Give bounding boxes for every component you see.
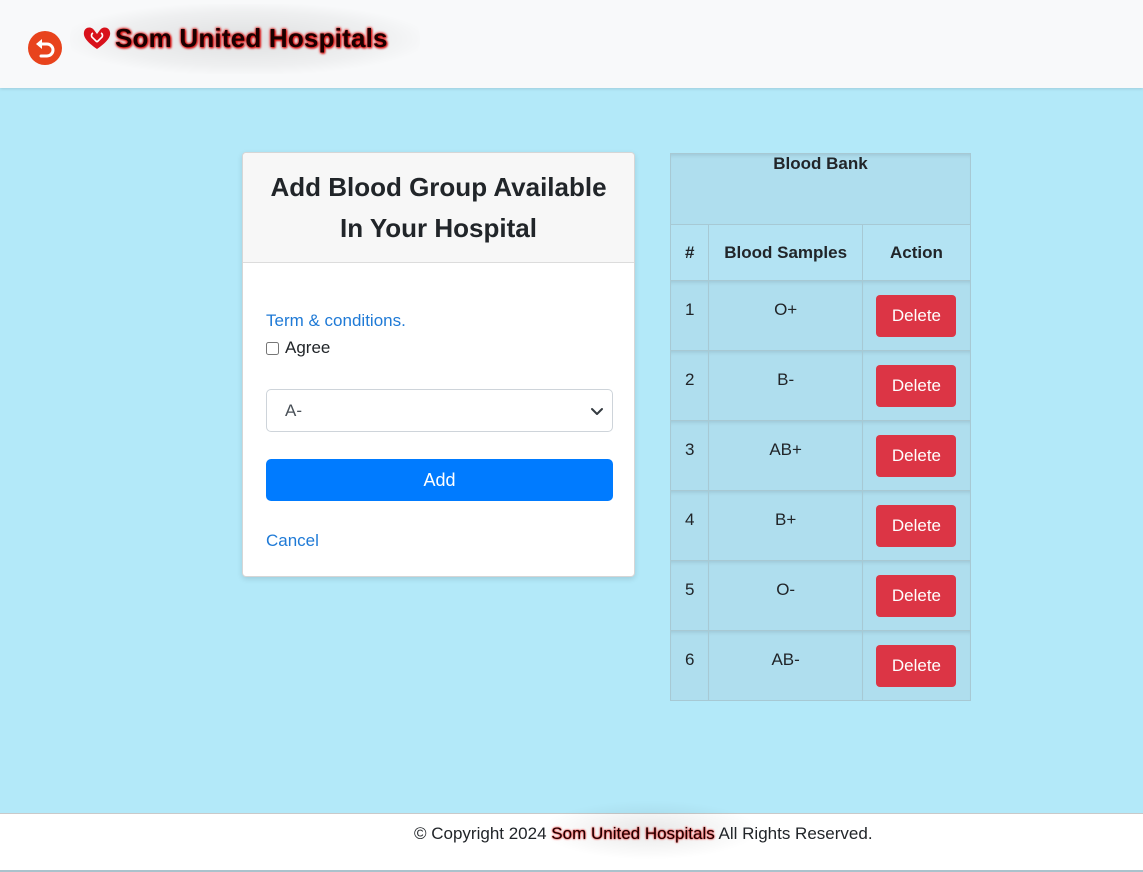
delete-button[interactable]: Delete xyxy=(876,365,957,407)
blood-group-select[interactable]: A- xyxy=(266,389,613,432)
row-number: 3 xyxy=(669,420,710,491)
row-number: 4 xyxy=(669,490,710,561)
column-header-samples: Blood Samples xyxy=(708,224,863,281)
blood-sample: AB- xyxy=(708,630,863,701)
brand-link[interactable]: Som United Hospitals xyxy=(82,22,400,54)
copyright-prefix: © Copyright 2024 xyxy=(414,824,552,843)
blood-bank-title: Blood Bank xyxy=(670,153,971,225)
agree-checkbox[interactable] xyxy=(266,341,279,355)
delete-button[interactable]: Delete xyxy=(876,505,957,547)
blood-sample: B+ xyxy=(708,490,863,561)
action-cell: Delete xyxy=(861,560,972,631)
action-cell: Delete xyxy=(861,490,972,561)
row-number: 2 xyxy=(669,350,710,421)
blood-group-selected: A- xyxy=(285,401,302,420)
agree-row: Agree xyxy=(266,338,330,358)
action-cell: Delete xyxy=(861,420,972,491)
page-footer: © Copyright 2024 Som United Hospitals Al… xyxy=(0,800,1143,872)
column-header-num: # xyxy=(669,224,710,281)
heart-hands-icon xyxy=(83,27,111,49)
row-number: 1 xyxy=(669,280,710,351)
copyright-suffix: All Rights Reserved. xyxy=(714,824,873,843)
table-row: 3 AB+ Delete xyxy=(669,420,972,491)
add-button[interactable]: Add xyxy=(266,459,613,501)
table-row: 1 O+ Delete xyxy=(669,280,972,351)
copyright-text: © Copyright 2024 Som United Hospitals Al… xyxy=(414,824,873,844)
table-row: 5 O- Delete xyxy=(669,560,972,631)
delete-button[interactable]: Delete xyxy=(876,645,957,687)
delete-button[interactable]: Delete xyxy=(876,295,957,337)
terms-link[interactable]: Term & conditions. xyxy=(266,311,406,331)
add-blood-group-card: Add Blood Group Available In Your Hospit… xyxy=(242,152,635,577)
back-button[interactable] xyxy=(28,31,62,65)
chevron-down-icon xyxy=(591,408,603,415)
delete-button[interactable]: Delete xyxy=(876,575,957,617)
blood-sample: AB+ xyxy=(708,420,863,491)
action-cell: Delete xyxy=(861,350,972,421)
form-title: Add Blood Group Available In Your Hospit… xyxy=(270,171,607,243)
top-navbar: Som United Hospitals xyxy=(0,0,1143,88)
table-row: 2 B- Delete xyxy=(669,350,972,421)
blood-sample: B- xyxy=(708,350,863,421)
blood-sample: O+ xyxy=(708,280,863,351)
cancel-link[interactable]: Cancel xyxy=(266,531,319,551)
action-cell: Delete xyxy=(861,630,972,701)
brand-name: Som United Hospitals xyxy=(115,22,388,53)
footer-brand-link[interactable]: Som United Hospitals xyxy=(551,824,714,843)
action-cell: Delete xyxy=(861,280,972,351)
table-row: 6 AB- Delete xyxy=(669,630,972,701)
delete-button[interactable]: Delete xyxy=(876,435,957,477)
blood-bank-title-row: Blood Bank xyxy=(670,153,971,225)
table-header-row: # Blood Samples Action xyxy=(669,224,972,281)
blood-bank-table: Blood Bank # Blood Samples Action 1 O+ D… xyxy=(669,153,972,701)
table-row: 4 B+ Delete xyxy=(669,490,972,561)
column-header-action: Action xyxy=(861,224,972,281)
card-header: Add Blood Group Available In Your Hospit… xyxy=(243,153,634,263)
row-number: 6 xyxy=(669,630,710,701)
row-number: 5 xyxy=(669,560,710,631)
blood-sample: O- xyxy=(708,560,863,631)
undo-arrow-icon xyxy=(36,39,55,58)
agree-label: Agree xyxy=(285,338,331,357)
